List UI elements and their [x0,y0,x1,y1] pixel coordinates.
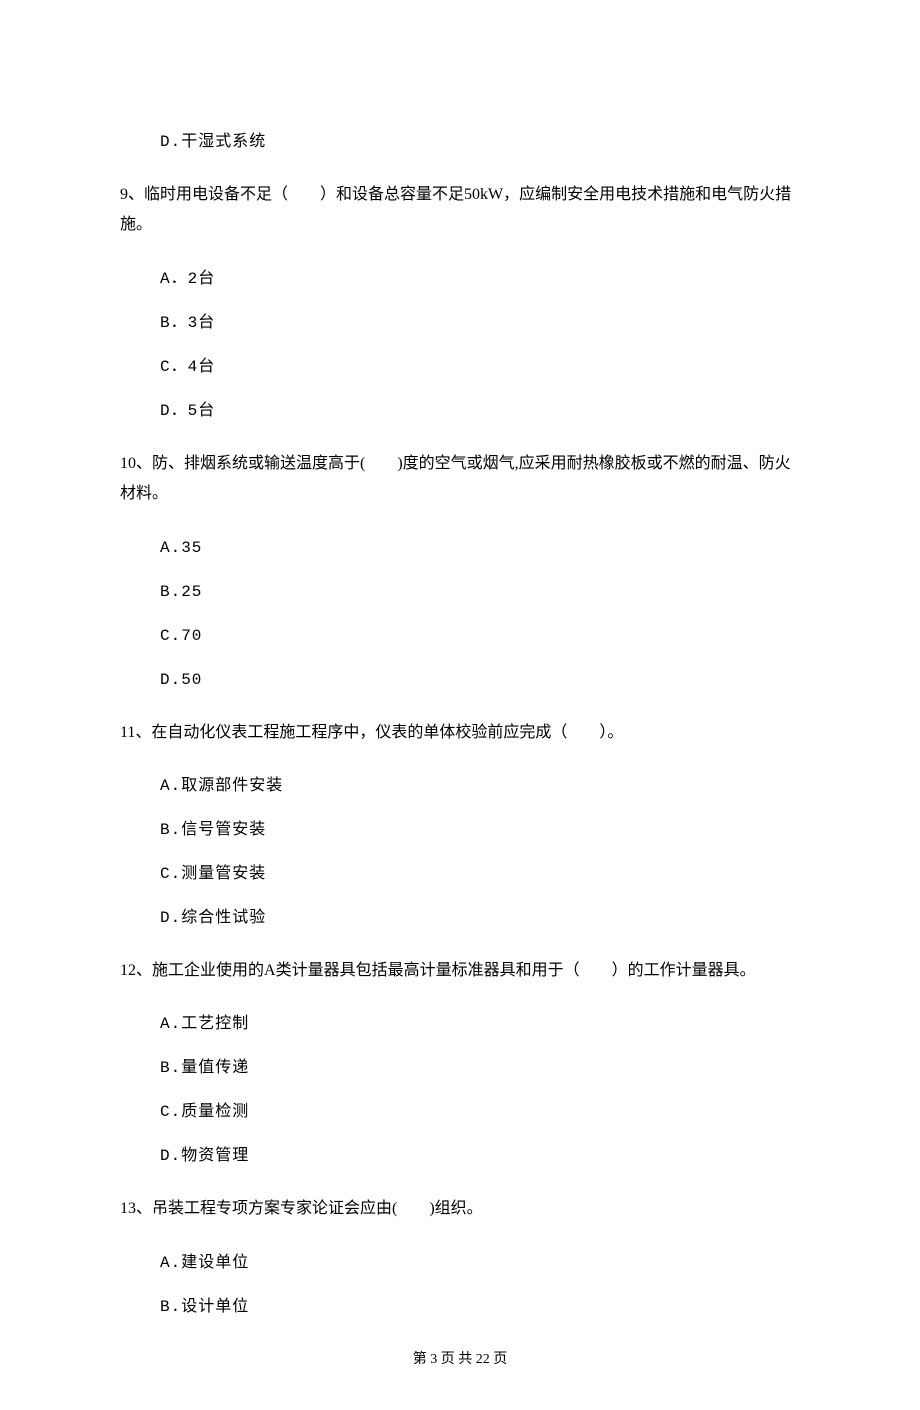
option-item: B.设计单位 [160,1295,800,1319]
option-item: B．3台 [160,311,800,335]
options-13: A.建设单位 B.设计单位 [120,1251,800,1319]
option-item: B.信号管安装 [160,818,800,842]
option-item: A.取源部件安装 [160,774,800,798]
option-item: D.干湿式系统 [160,130,800,154]
option-item: A.工艺控制 [160,1012,800,1036]
question-text: 施工企业使用的A类计量器具包括最高计量标准器具和用于（ ）的工作计量器具。 [152,962,756,979]
option-item: A.35 [160,536,800,560]
question-number: 11、 [120,724,151,741]
question-10: 10、防、排烟系统或输送温度高于( )度的空气或烟气,应采用耐热橡胶板或不燃的耐… [120,449,800,510]
option-item: C.测量管安装 [160,862,800,886]
question-number: 10、 [120,455,152,472]
option-item: A．2台 [160,267,800,291]
option-item: A.建设单位 [160,1251,800,1275]
option-item: C.70 [160,624,800,648]
page-footer: 第 3 页 共 22 页 [120,1349,800,1370]
leading-option-block: D.干湿式系统 [120,130,800,154]
question-11: 11、在自动化仪表工程施工程序中，仪表的单体校验前应完成（ ）。 [120,718,800,748]
question-13: 13、吊装工程专项方案专家论证会应由( )组织。 [120,1194,800,1224]
option-item: B.25 [160,580,800,604]
question-number: 13、 [120,1200,152,1217]
question-number: 9、 [120,186,144,203]
option-item: D.物资管理 [160,1144,800,1168]
options-10: A.35 B.25 C.70 D.50 [120,536,800,692]
option-item: D．5台 [160,399,800,423]
question-text: 吊装工程专项方案专家论证会应由( )组织。 [152,1200,483,1217]
document-page: D.干湿式系统 9、临时用电设备不足（ ）和设备总容量不足50kW，应编制安全用… [0,0,920,1410]
option-item: D.50 [160,668,800,692]
option-item: D.综合性试验 [160,906,800,930]
question-9: 9、临时用电设备不足（ ）和设备总容量不足50kW，应编制安全用电技术措施和电气… [120,180,800,241]
question-text: 临时用电设备不足（ ）和设备总容量不足50kW，应编制安全用电技术措施和电气防火… [120,186,791,233]
options-9: A．2台 B．3台 C．4台 D．5台 [120,267,800,423]
question-number: 12、 [120,962,152,979]
options-11: A.取源部件安装 B.信号管安装 C.测量管安装 D.综合性试验 [120,774,800,930]
option-item: C．4台 [160,355,800,379]
options-12: A.工艺控制 B.量值传递 C.质量检测 D.物资管理 [120,1012,800,1168]
question-text: 防、排烟系统或输送温度高于( )度的空气或烟气,应采用耐热橡胶板或不燃的耐温、防… [120,455,791,502]
option-item: B.量值传递 [160,1056,800,1080]
question-text: 在自动化仪表工程施工程序中，仪表的单体校验前应完成（ ）。 [151,724,623,741]
question-12: 12、施工企业使用的A类计量器具包括最高计量标准器具和用于（ ）的工作计量器具。 [120,956,800,986]
option-item: C.质量检测 [160,1100,800,1124]
